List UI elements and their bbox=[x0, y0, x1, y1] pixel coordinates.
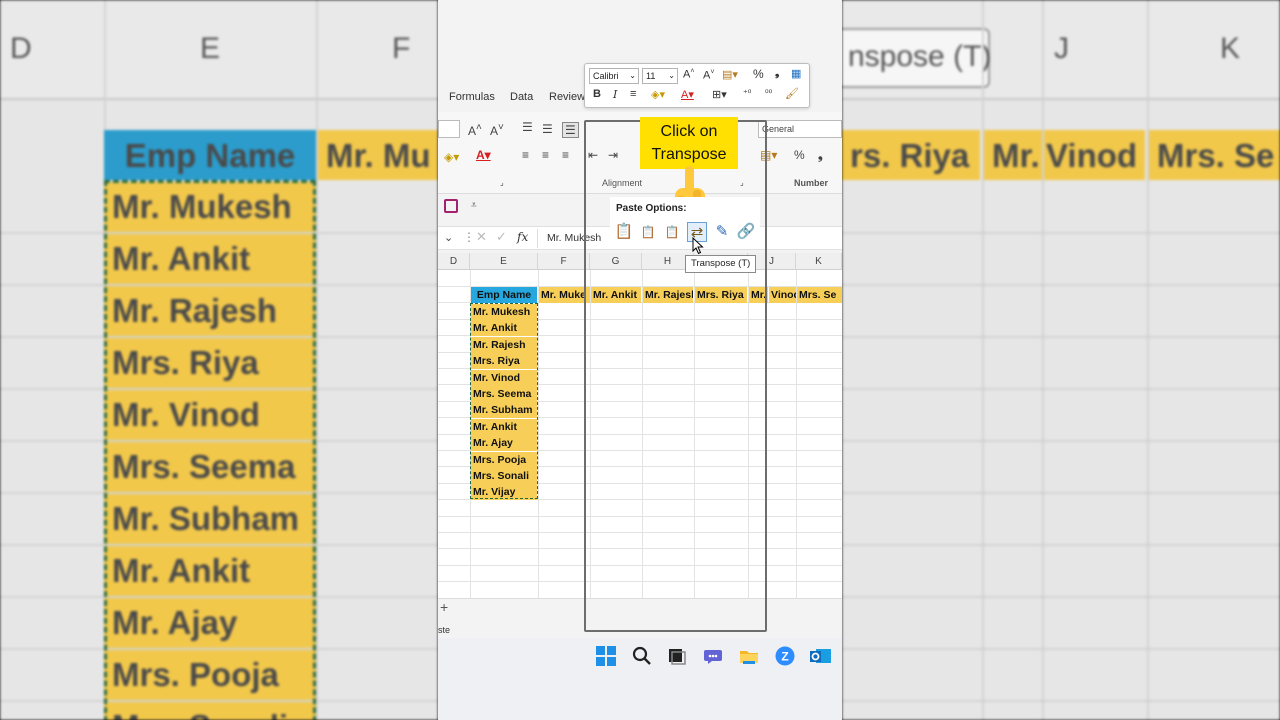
mini-size-dropdown[interactable]: 11 ⌄ bbox=[642, 68, 678, 84]
paste-formulas-icon[interactable]: 📋 bbox=[662, 222, 682, 242]
status-text: ste bbox=[438, 625, 451, 635]
enter-icon[interactable]: ✓ bbox=[496, 229, 507, 245]
comma-style-icon[interactable]: ❟ bbox=[818, 148, 823, 163]
name-box-menu-icon[interactable]: ⋮ bbox=[463, 230, 475, 244]
fill-color-icon[interactable]: ◈▾ bbox=[651, 88, 665, 101]
paste-formatting-icon[interactable]: ✎ bbox=[712, 222, 732, 242]
tab-data[interactable]: Data bbox=[510, 91, 533, 103]
bg-header-partial: Mr. Mu bbox=[318, 130, 438, 180]
decrease-decimal-icon[interactable]: ⁰⁰ bbox=[765, 88, 772, 99]
borders-icon[interactable]: ⊞▾ bbox=[712, 88, 727, 101]
chat-icon[interactable] bbox=[702, 646, 724, 668]
save-icon[interactable] bbox=[444, 199, 458, 213]
column-header-k[interactable]: K bbox=[796, 253, 842, 270]
increase-font-icon[interactable]: A˄ bbox=[683, 68, 694, 81]
header-row-cell[interactable]: Vinod bbox=[769, 287, 796, 303]
font-size-dropdown[interactable] bbox=[438, 120, 460, 138]
svg-text:Z: Z bbox=[781, 650, 788, 664]
format-as-table-icon[interactable]: ▦ bbox=[791, 67, 801, 80]
bg-col-f: F bbox=[392, 32, 411, 65]
mini-font-size: 11 bbox=[646, 71, 656, 81]
bg-col-j: J bbox=[1054, 32, 1069, 65]
increase-font-icon[interactable]: A˄ bbox=[468, 122, 482, 138]
align-top-icon[interactable]: ☰ bbox=[522, 120, 533, 134]
callout-line-1: Click on bbox=[660, 123, 718, 140]
bold-icon[interactable]: B bbox=[593, 88, 601, 100]
font-dialog-launcher-icon[interactable]: ⌟ bbox=[500, 178, 504, 187]
instruction-callout: Click on Transpose bbox=[640, 117, 738, 169]
chevron-down-icon: ⌄ bbox=[668, 71, 675, 80]
bg-col-e: E bbox=[200, 32, 221, 65]
bg-header-cell: Emp Name bbox=[104, 130, 316, 180]
mini-font-dropdown[interactable]: Calibri ⌄ bbox=[589, 68, 639, 84]
increase-decimal-icon[interactable]: ⁺⁰ bbox=[743, 88, 751, 99]
mini-toolbar: Calibri ⌄ 11 ⌄ A˄ A˅ ▤▾ % ❟ ▦ B I ≡ ◈▾ A▾ … bbox=[584, 63, 810, 108]
tab-review[interactable]: Review bbox=[549, 91, 585, 103]
decrease-font-icon[interactable]: A˅ bbox=[490, 122, 504, 138]
italic-icon[interactable]: I bbox=[613, 88, 617, 101]
bg-transpose-tooltip: nspose (T) bbox=[848, 40, 992, 73]
background-left-zoom: D E F Emp Name Mr. Mu Mr. Mukesh Mr. Anki… bbox=[0, 0, 438, 720]
paste-values-icon[interactable]: 📋 bbox=[638, 222, 658, 242]
zoom-icon[interactable]: Z bbox=[774, 646, 796, 668]
windows-taskbar: Z bbox=[438, 638, 842, 720]
paste-options-title: Paste Options: bbox=[616, 203, 687, 214]
paste-options-panel: Paste Options: 📋 📋 📋 ⇄ ✎ 🔗 bbox=[610, 197, 760, 249]
percent-style-icon[interactable]: % bbox=[753, 67, 764, 81]
align-middle-icon[interactable]: ☰ bbox=[542, 122, 553, 136]
cancel-icon[interactable]: ✕ bbox=[476, 229, 487, 245]
number-format-dropdown[interactable]: General bbox=[758, 120, 842, 138]
align-right-icon[interactable]: ≡ bbox=[562, 148, 569, 162]
search-icon[interactable] bbox=[631, 646, 653, 668]
bg-copy-marquee bbox=[104, 180, 316, 720]
transpose-tooltip: Transpose (T) bbox=[685, 255, 757, 273]
comma-style-icon[interactable]: ❟ bbox=[775, 67, 779, 80]
mouse-cursor-icon bbox=[692, 237, 704, 255]
header-row-cell[interactable]: Mrs. Se bbox=[797, 287, 842, 303]
copy-marquee bbox=[470, 303, 538, 499]
chevron-down-icon: ⌄ bbox=[629, 71, 636, 80]
background-right-zoom: nspose (T) J K rs. Riya Mr. Vinod Mrs. S… bbox=[842, 0, 1280, 720]
bg-right-cell-4: Mrs. Se bbox=[1149, 130, 1280, 180]
file-explorer-icon[interactable] bbox=[738, 646, 760, 668]
add-sheet-button[interactable]: + bbox=[440, 599, 448, 615]
paste-icon[interactable]: 📋 bbox=[614, 222, 634, 242]
percent-style-icon[interactable]: % bbox=[794, 148, 805, 162]
font-color-icon[interactable]: A▾ bbox=[476, 148, 491, 162]
cell-e-header[interactable]: Emp Name bbox=[471, 287, 537, 303]
decrease-font-icon[interactable]: A˅ bbox=[703, 69, 714, 82]
paste-link-icon[interactable]: 🔗 bbox=[736, 222, 756, 242]
insert-function-icon[interactable]: fx bbox=[517, 230, 528, 244]
bg-right-cell-2: Mr. bbox=[984, 130, 1042, 180]
task-view-icon[interactable] bbox=[666, 646, 688, 668]
column-header-e[interactable]: E bbox=[470, 253, 538, 270]
align-left-icon[interactable]: ≡ bbox=[522, 148, 529, 162]
header-row-cell[interactable]: Mr. Muke bbox=[539, 287, 590, 303]
format-painter-icon[interactable]: 🖌 bbox=[785, 87, 799, 100]
customize-toolbar-icon[interactable]: ⩡ bbox=[471, 200, 477, 211]
bg-right-cell-1: rs. Riya bbox=[842, 130, 980, 180]
center-icon[interactable]: ≡ bbox=[630, 88, 636, 100]
name-box-dropdown-icon[interactable]: ⌄ bbox=[444, 231, 453, 244]
excel-window: Formulas Data Review A˄ A˅ ◈▾ A▾ ☰ ☰ ☰ ≡… bbox=[438, 0, 842, 720]
align-bottom-icon[interactable]: ☰ bbox=[562, 122, 579, 138]
column-header-d[interactable]: D bbox=[438, 253, 470, 270]
column-header-f[interactable]: F bbox=[538, 253, 590, 270]
callout-line-2: Transpose bbox=[651, 146, 727, 163]
bg-col-d: D bbox=[10, 32, 32, 65]
font-color-icon[interactable]: A▾ bbox=[681, 88, 694, 101]
windows-start-icon[interactable] bbox=[595, 646, 617, 668]
group-label-number: Number bbox=[794, 178, 829, 188]
accounting-format-icon[interactable]: ▤▾ bbox=[722, 68, 738, 81]
tab-formulas[interactable]: Formulas bbox=[449, 91, 495, 103]
mini-font-name: Calibri bbox=[593, 71, 619, 81]
outlook-icon[interactable] bbox=[810, 646, 832, 668]
align-center-icon[interactable]: ≡ bbox=[542, 148, 549, 162]
fill-color-icon[interactable]: ◈▾ bbox=[444, 150, 459, 164]
bg-col-k: K bbox=[1220, 32, 1241, 65]
bg-right-cell-3: Vinod bbox=[1044, 130, 1145, 180]
